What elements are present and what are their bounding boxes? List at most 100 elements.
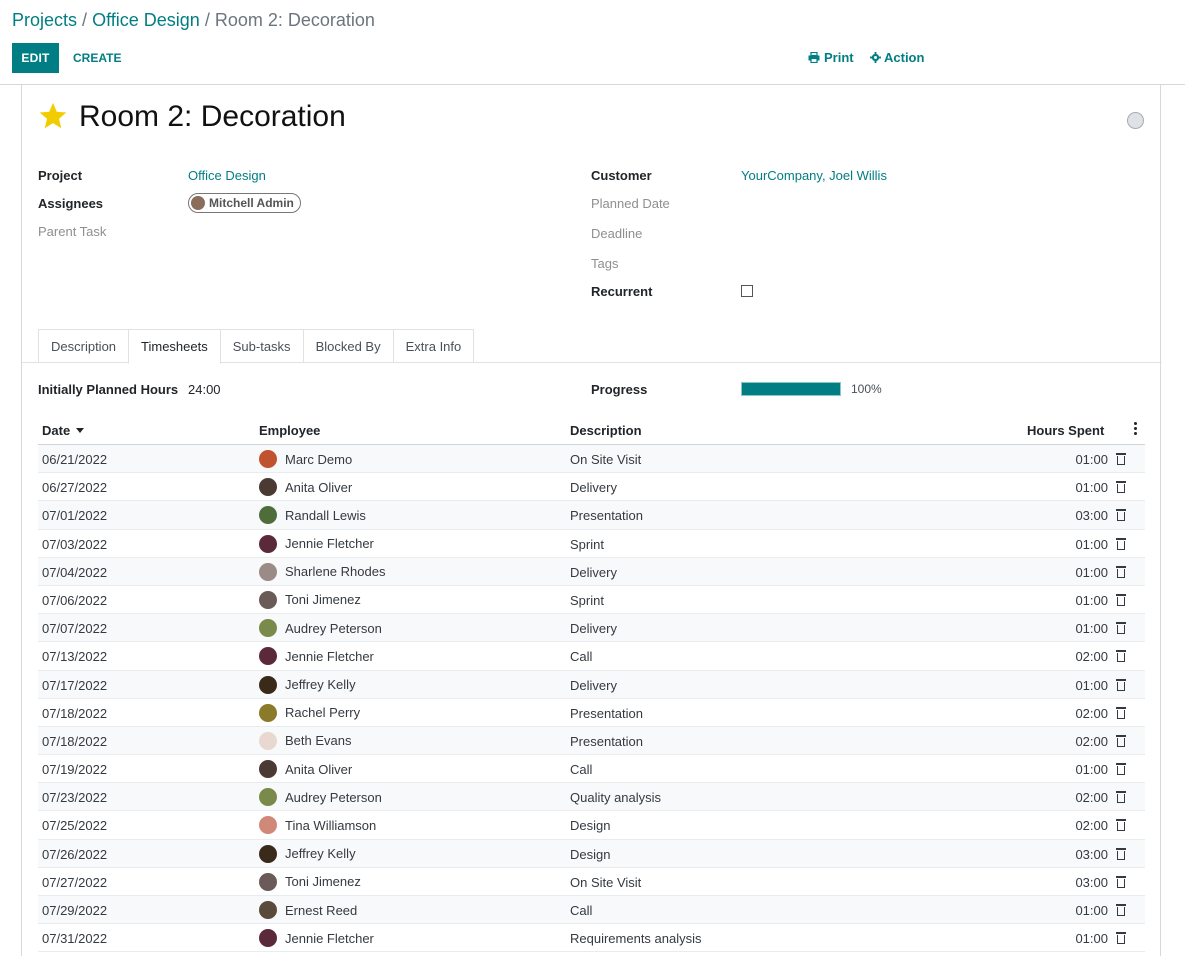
- table-row[interactable]: 07/01/2022 Randall Lewis Presentation 03:00: [38, 501, 1145, 530]
- avatar: [259, 872, 277, 891]
- assignee-badge[interactable]: Mitchell Admin: [188, 193, 301, 213]
- row-employee[interactable]: Marc Demo: [259, 450, 352, 468]
- row-description: Sprint: [570, 536, 604, 552]
- row-employee[interactable]: Ernest Reed: [259, 901, 357, 919]
- tab-extra-info[interactable]: Extra Info: [392, 329, 475, 363]
- progress-bar: [741, 382, 841, 396]
- row-employee[interactable]: Toni Jimenez: [259, 590, 361, 609]
- trash-icon[interactable]: [1116, 593, 1126, 606]
- trash-icon[interactable]: [1116, 706, 1126, 719]
- trash-icon[interactable]: [1116, 904, 1126, 916]
- row-description: Presentation: [570, 733, 643, 749]
- table-row[interactable]: 07/25/2022 Tina Williamson Design 02:00: [38, 811, 1145, 840]
- row-description: Sprint: [570, 592, 604, 608]
- table-row[interactable]: 07/29/2022 Ernest Reed Call 01:00: [38, 896, 1145, 925]
- column-header-employee[interactable]: Employee: [259, 423, 320, 438]
- recurrent-checkbox[interactable]: [741, 285, 753, 297]
- tab-description[interactable]: Description: [38, 329, 130, 363]
- table-row[interactable]: 07/03/2022 Jennie Fletcher Sprint 01:00: [38, 530, 1145, 558]
- edit-button[interactable]: EDIT: [12, 43, 59, 73]
- tab-timesheets[interactable]: Timesheets: [128, 329, 221, 364]
- trash-icon[interactable]: [1116, 622, 1126, 635]
- row-description: Call: [570, 903, 593, 918]
- table-row[interactable]: 06/21/2022 Marc Demo On Site Visit 01:00: [38, 445, 1145, 474]
- trash-icon[interactable]: [1116, 678, 1126, 691]
- trash-icon[interactable]: [1116, 650, 1126, 663]
- column-header-date[interactable]: Date: [42, 423, 85, 438]
- row-employee[interactable]: Anita Oliver: [259, 760, 352, 779]
- task-title: Room 2: Decoration: [79, 100, 346, 133]
- table-row[interactable]: 07/18/2022 Beth Evans Presentation 02:00: [38, 726, 1145, 756]
- action-button[interactable]: Action: [870, 50, 924, 65]
- table-row[interactable]: 07/27/2022 Toni Jimenez On Site Visit 03:00: [38, 868, 1145, 896]
- row-description: Presentation: [570, 508, 643, 524]
- breadcrumb-separator: /: [204, 10, 210, 30]
- row-employee[interactable]: Jennie Fletcher: [259, 534, 374, 553]
- table-row[interactable]: 07/26/2022 Jeffrey Kelly Design 03:00: [38, 839, 1145, 868]
- assignee-name: Mitchell Admin: [209, 196, 294, 210]
- row-employee[interactable]: Sharlene Rhodes: [259, 562, 385, 581]
- trash-icon[interactable]: [1116, 791, 1126, 804]
- row-employee[interactable]: Audrey Peterson: [259, 788, 382, 807]
- table-row[interactable]: 07/13/2022 Jennie Fletcher Call 02:00: [38, 642, 1145, 671]
- column-header-description[interactable]: Description: [570, 423, 642, 438]
- column-header-date-label: Date: [42, 423, 71, 438]
- row-employee[interactable]: Audrey Peterson: [259, 619, 382, 638]
- tab-blocked-by[interactable]: Blocked By: [302, 329, 394, 363]
- planned-date-label: Planned Date: [591, 196, 670, 211]
- table-row[interactable]: 07/04/2022 Sharlene Rhodes Delivery 01:00: [38, 557, 1145, 586]
- tab-sub-tasks[interactable]: Sub-tasks: [219, 329, 304, 363]
- row-employee[interactable]: Jeffrey Kelly: [259, 844, 356, 863]
- assignees-label: Assignees: [38, 196, 104, 211]
- avatar: [259, 788, 277, 807]
- trash-icon[interactable]: [1116, 453, 1126, 465]
- customer-value[interactable]: YourCompany, Joel Willis: [741, 168, 887, 183]
- trash-icon[interactable]: [1116, 847, 1126, 860]
- star-icon[interactable]: [38, 101, 68, 131]
- row-hours: 01:00: [1075, 564, 1108, 580]
- kanban-state-indicator[interactable]: [1127, 112, 1144, 129]
- row-description: Requirements analysis: [570, 931, 702, 947]
- row-employee[interactable]: Toni Jimenez: [259, 872, 361, 891]
- row-date: 07/13/2022: [42, 649, 108, 665]
- breadcrumb-projects[interactable]: Projects: [12, 10, 77, 30]
- breadcrumb-project[interactable]: Office Design: [92, 10, 200, 30]
- row-employee-name: Jeffrey Kelly: [285, 846, 356, 862]
- table-row[interactable]: 07/17/2022 Jeffrey Kelly Delivery 01:00: [38, 670, 1145, 699]
- trash-icon[interactable]: [1116, 875, 1126, 888]
- column-header-hours[interactable]: Hours Spent: [1027, 423, 1104, 438]
- trash-icon[interactable]: [1116, 481, 1126, 494]
- row-employee[interactable]: Anita Oliver: [259, 478, 352, 497]
- planned-hours-value: 24:00: [188, 382, 221, 397]
- project-value[interactable]: Office Design: [188, 168, 266, 183]
- row-employee[interactable]: Rachel Perry: [259, 703, 360, 722]
- table-row[interactable]: 07/23/2022 Audrey Peterson Quality analysi…: [38, 783, 1145, 812]
- table-row[interactable]: 07/19/2022 Anita Oliver Call 01:00: [38, 755, 1145, 784]
- trash-icon[interactable]: [1116, 734, 1126, 747]
- row-employee-name: Jennie Fletcher: [285, 930, 374, 946]
- row-employee[interactable]: Jennie Fletcher: [259, 929, 374, 948]
- avatar: [259, 675, 277, 694]
- trash-icon[interactable]: [1116, 509, 1126, 522]
- table-row[interactable]: 07/06/2022 Toni Jimenez Sprint 01:00: [38, 586, 1145, 615]
- table-row[interactable]: 07/18/2022 Rachel Perry Presentation 02:00: [38, 699, 1145, 727]
- trash-icon[interactable]: [1116, 819, 1126, 832]
- row-employee[interactable]: Beth Evans: [259, 731, 352, 750]
- create-button[interactable]: CREATE: [66, 43, 128, 73]
- trash-icon[interactable]: [1116, 537, 1126, 550]
- trash-icon[interactable]: [1116, 932, 1126, 945]
- optional-columns-icon[interactable]: [1134, 422, 1138, 437]
- print-button[interactable]: Print: [808, 50, 854, 65]
- row-employee[interactable]: Jeffrey Kelly: [259, 675, 356, 694]
- table-row[interactable]: 07/07/2022 Audrey Peterson Delivery 01:00: [38, 614, 1145, 643]
- table-row[interactable]: 07/31/2022 Jennie Fletcher Requirements an…: [38, 924, 1145, 953]
- row-employee[interactable]: Jennie Fletcher: [259, 647, 374, 666]
- row-employee[interactable]: Randall Lewis: [259, 506, 366, 525]
- table-row[interactable]: 06/27/2022 Anita Oliver Delivery 01:00: [38, 473, 1145, 502]
- row-date: 07/17/2022: [42, 677, 108, 693]
- row-employee[interactable]: Tina Williamson: [259, 816, 376, 835]
- row-hours: 03:00: [1075, 846, 1108, 862]
- trash-icon[interactable]: [1116, 763, 1126, 776]
- gear-icon: [870, 52, 881, 63]
- trash-icon[interactable]: [1116, 565, 1126, 578]
